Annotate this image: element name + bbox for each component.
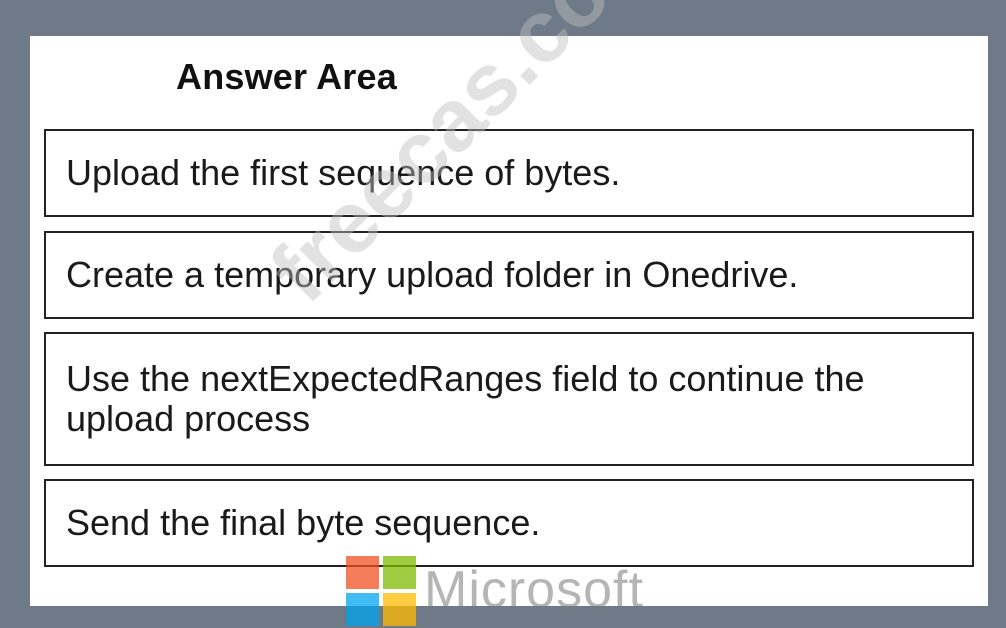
microsoft-watermark: Microsoft (424, 561, 644, 619)
answer-item-label: Upload the first sequence of bytes. (66, 152, 621, 193)
logo-red-square (346, 556, 379, 589)
answer-area-panel: Answer Area Upload the first sequence of… (30, 36, 988, 606)
answer-item-4[interactable]: Send the final byte sequence. (44, 479, 974, 567)
answer-item-label: Create a temporary upload folder in Oned… (66, 254, 799, 295)
window-frame: Answer Area Upload the first sequence of… (0, 0, 1006, 628)
logo-yellow-square (383, 593, 416, 626)
answer-item-label: Send the final byte sequence. (66, 502, 541, 543)
answer-item-1[interactable]: Upload the first sequence of bytes. (44, 129, 974, 217)
logo-green-square (383, 556, 416, 589)
microsoft-logo-icon (346, 556, 416, 626)
answer-item-3[interactable]: Use the nextExpectedRanges field to cont… (44, 332, 974, 466)
answer-item-2[interactable]: Create a temporary upload folder in Oned… (44, 231, 974, 319)
answer-item-label: Use the nextExpectedRanges field to cont… (66, 358, 865, 439)
logo-blue-square (346, 593, 379, 626)
answer-area-title: Answer Area (176, 56, 397, 97)
